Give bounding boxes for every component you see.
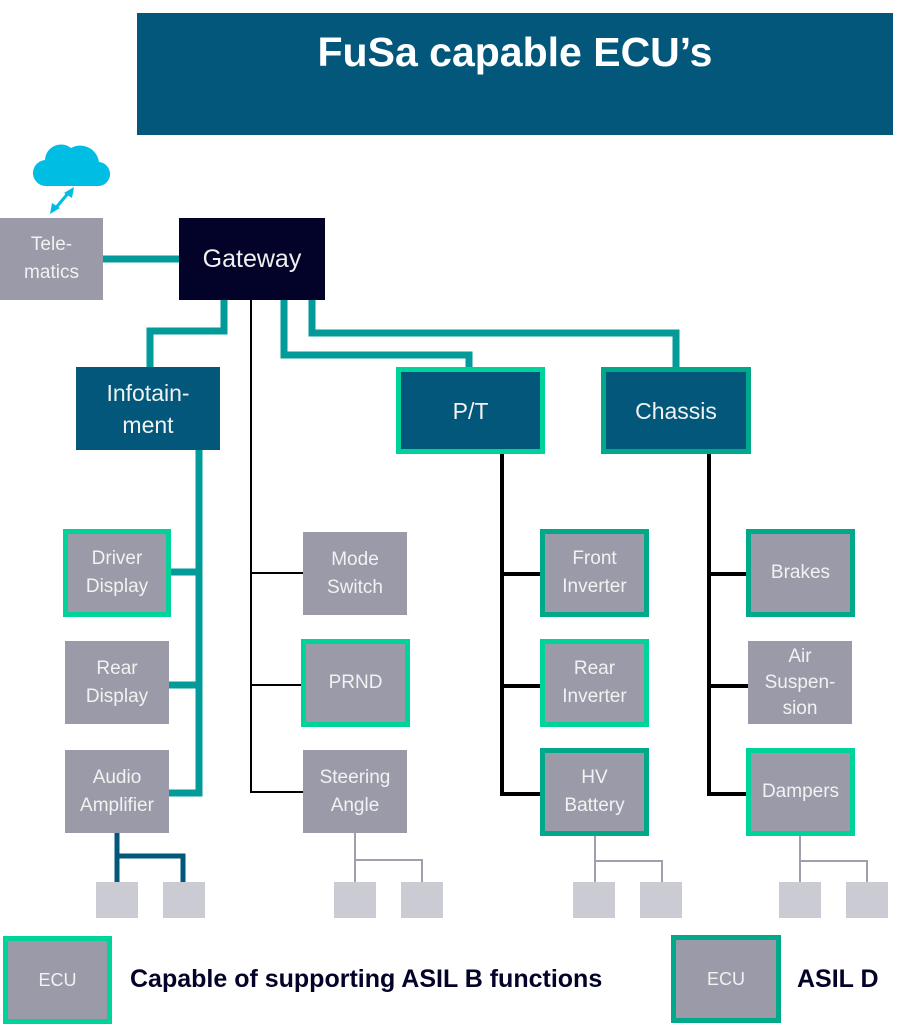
leaf-ecu[interactable] xyxy=(401,882,443,918)
legend-swatch-label: ECU xyxy=(706,969,745,989)
node-gateway[interactable]: Gateway xyxy=(179,218,325,300)
node-brakes[interactable]: Brakes xyxy=(746,529,855,617)
leaf-ecu[interactable] xyxy=(779,882,821,918)
node-label: Audio Amplifier xyxy=(80,766,154,816)
node-mode-switch[interactable]: Mode Switch xyxy=(303,532,407,615)
leaf-ecu[interactable] xyxy=(846,882,888,918)
legend-asil-d-swatch: ECU xyxy=(671,935,781,1023)
node-label: Rear Inverter xyxy=(562,658,627,707)
node-label: Chassis xyxy=(635,397,717,424)
node-infotainment[interactable]: Infotain- ment xyxy=(76,367,220,450)
legend-asil-d-text: ASIL D xyxy=(797,965,879,993)
link-chassis-bus xyxy=(707,452,750,796)
node-driver-display[interactable]: Driver Display xyxy=(63,529,171,617)
node-front-inverter[interactable]: Front Inverter xyxy=(540,529,649,617)
node-label: Air Suspen- sion xyxy=(764,645,836,719)
node-dampers[interactable]: Dampers xyxy=(746,748,855,836)
node-prnd[interactable]: PRND xyxy=(301,639,410,727)
node-label: HV Battery xyxy=(564,767,625,816)
node-label: Gateway xyxy=(202,245,302,273)
link-gateway-chassis xyxy=(308,300,680,370)
node-label: Tele- matics xyxy=(24,234,79,283)
legend-asil-b-text: Capable of supporting ASIL B functions xyxy=(130,965,603,993)
node-hv-battery[interactable]: HV Battery xyxy=(540,748,649,836)
node-audio-amplifier[interactable]: Audio Amplifier xyxy=(65,750,169,833)
leaf-ecu[interactable] xyxy=(640,882,682,918)
link-pt-bus xyxy=(500,452,545,796)
leaf-ecu[interactable] xyxy=(334,882,376,918)
node-label: P/T xyxy=(452,397,489,424)
leaf-ecu[interactable] xyxy=(96,882,138,918)
node-telematics[interactable]: Tele- matics xyxy=(0,218,103,300)
node-air-suspension[interactable]: Air Suspen- sion xyxy=(748,641,852,724)
node-steering-angle[interactable]: Steering Angle xyxy=(303,750,407,833)
link-infotainment-bus xyxy=(168,450,203,797)
leaf-ecu[interactable] xyxy=(573,882,615,918)
node-rear-display[interactable]: Rear Display xyxy=(65,641,169,724)
node-rear-inverter[interactable]: Rear Inverter xyxy=(540,639,649,727)
node-label: Rear Display xyxy=(85,657,149,707)
cloud-icon xyxy=(33,144,110,187)
node-label: PRND xyxy=(328,672,383,693)
legend-swatch-label: ECU xyxy=(38,970,77,990)
node-label: Infotain- ment xyxy=(106,379,190,438)
link-gateway-infotainment xyxy=(146,300,228,368)
leaf-ecu[interactable] xyxy=(163,882,205,918)
node-pt[interactable]: P/T xyxy=(396,367,545,454)
node-label: Brakes xyxy=(770,562,831,583)
node-label: Mode Switch xyxy=(327,548,383,598)
legend-asil-b-swatch: ECU xyxy=(3,936,112,1024)
connection-lines xyxy=(50,187,868,882)
cloud-link-arrow xyxy=(50,187,74,214)
node-label: Steering Angle xyxy=(319,766,391,816)
node-chassis[interactable]: Chassis xyxy=(601,367,751,454)
link-gateway-bus xyxy=(250,300,305,793)
node-label: Dampers xyxy=(761,781,840,802)
node-label: Front Inverter xyxy=(562,548,627,597)
node-label: Driver Display xyxy=(85,548,149,597)
